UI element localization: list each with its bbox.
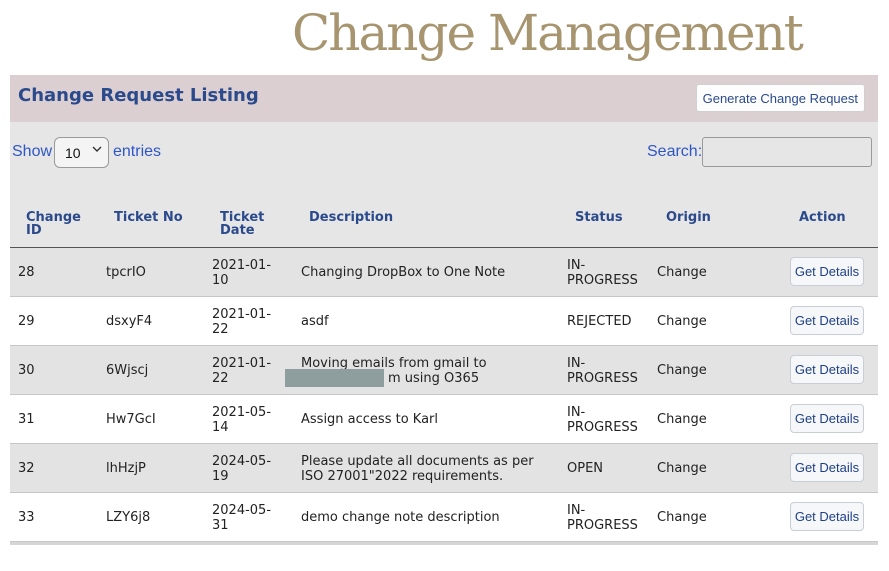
origin-cell: Change <box>657 412 707 427</box>
date-part: 10 <box>212 273 229 288</box>
col-header-origin[interactable]: Origin <box>666 211 711 224</box>
status-part: PROGRESS <box>567 420 638 435</box>
ticket-no-cell: dsxyF4 <box>106 314 153 329</box>
status-part: PROGRESS <box>567 518 638 533</box>
ticket-no-cell: LZY6j8 <box>106 510 151 525</box>
status-part: PROGRESS <box>567 371 638 386</box>
panel-header: Change Request Listing Generate Change R… <box>10 75 878 122</box>
get-details-button[interactable]: Get Details <box>790 306 864 335</box>
ticket-no-cell: lhHzjP <box>106 461 146 476</box>
get-details-button[interactable]: Get Details <box>790 404 864 433</box>
change-id-cell: 31 <box>18 412 35 427</box>
col-header-ticket-no[interactable]: Ticket No <box>114 211 183 224</box>
panel-footer-strip <box>10 542 878 545</box>
date-part: 19 <box>212 469 229 484</box>
get-details-button[interactable]: Get Details <box>790 257 864 286</box>
status-cell: IN- PROGRESS <box>567 258 638 288</box>
description-cell: demo change note description <box>301 510 500 525</box>
date-part: 2021-01- <box>212 356 272 371</box>
change-id-cell: 28 <box>18 265 35 280</box>
ticket-date-cell: 2024-05- 31 <box>212 503 271 533</box>
change-id-cell: 29 <box>18 314 35 329</box>
status-part: IN- <box>567 405 586 420</box>
date-part: 2021-01- <box>212 307 272 322</box>
status-cell: IN- PROGRESS <box>567 356 638 386</box>
change-id-cell: 32 <box>18 461 35 476</box>
change-request-panel: Change Request Listing Generate Change R… <box>10 75 878 545</box>
col-header-description[interactable]: Description <box>309 211 393 224</box>
status-part: PROGRESS <box>567 273 638 288</box>
description-cell: Assign access to Karl <box>301 412 439 427</box>
status-part: IN- <box>567 258 586 273</box>
origin-cell: Change <box>657 314 707 329</box>
col-header-change-id[interactable]: Change ID <box>26 211 86 237</box>
origin-cell: Change <box>657 265 707 280</box>
status-part: IN- <box>567 356 586 371</box>
date-part: 2024-05- <box>212 454 272 469</box>
status-cell: OPEN <box>567 461 604 476</box>
table-row: 28 tpcrIO 2021-01- 10 Changing DropBox to… <box>10 248 878 297</box>
description-part: Please update all documents as per <box>301 454 534 469</box>
table-row: 29 dsxyF4 2021-01- 22 asdf REJECTED Chang… <box>10 297 878 346</box>
show-label: Show <box>12 143 53 160</box>
entries-select[interactable]: 10 <box>54 137 109 168</box>
description-cell: asdf <box>301 314 329 329</box>
origin-cell: Change <box>657 461 707 476</box>
table-row: 33 LZY6j8 2024-05- 31 demo change note de… <box>10 493 878 542</box>
date-part: 14 <box>212 420 229 435</box>
get-details-button[interactable]: Get Details <box>790 502 864 531</box>
ticket-date-cell: 2021-01- 10 <box>212 258 271 288</box>
get-details-button[interactable]: Get Details <box>790 453 864 482</box>
description-cell: Please update all documents as per ISO 27… <box>301 454 541 484</box>
col-header-action: Action <box>799 210 846 225</box>
date-part: 22 <box>212 322 229 337</box>
description-part: ISO 27001"2022 requirements. <box>301 469 504 484</box>
status-part: IN- <box>567 503 586 518</box>
page-title: Change Management <box>292 4 804 62</box>
origin-cell: Change <box>657 363 707 378</box>
date-part: 22 <box>212 371 229 386</box>
entries-label: entries <box>113 143 162 160</box>
search-input[interactable] <box>702 137 872 167</box>
col-header-ticket-date[interactable]: Ticket Date <box>220 211 270 237</box>
ticket-no-cell: Hw7GcI <box>106 412 156 427</box>
panel-title: Change Request Listing <box>18 85 259 106</box>
search-label: Search: <box>647 143 703 160</box>
redaction-block <box>285 369 384 387</box>
col-header-status[interactable]: Status <box>575 211 623 224</box>
status-cell: IN- PROGRESS <box>567 405 638 435</box>
get-details-button[interactable]: Get Details <box>790 355 864 384</box>
ticket-no-cell: 6Wjscj <box>106 363 149 378</box>
date-part: 31 <box>212 518 229 533</box>
table-row: 32 lhHzjP 2024-05- 19 Please update all d… <box>10 444 878 493</box>
date-part: 2021-01- <box>212 258 272 273</box>
ticket-date-cell: 2021-05- 14 <box>212 405 271 435</box>
date-part: 2024-05- <box>212 503 272 518</box>
generate-change-request-button[interactable]: Generate Change Request <box>695 84 865 112</box>
status-cell: REJECTED <box>567 314 632 329</box>
table-row: 31 Hw7GcI 2021-05- 14 Assign access to Ka… <box>10 395 878 444</box>
ticket-date-cell: 2024-05- 19 <box>212 454 271 484</box>
status-cell: IN- PROGRESS <box>567 503 638 533</box>
ticket-no-cell: tpcrIO <box>106 265 146 280</box>
chevron-down-icon <box>92 146 102 152</box>
table-row: 30 6Wjscj 2021-01- 22 Moving emails from … <box>10 346 878 395</box>
ticket-date-cell: 2021-01- 22 <box>212 307 271 337</box>
change-id-cell: 30 <box>18 363 35 378</box>
origin-cell: Change <box>657 510 707 525</box>
entries-value: 10 <box>65 145 81 161</box>
description-cell: Changing DropBox to One Note <box>301 265 506 280</box>
ticket-date-cell: 2021-01- 22 <box>212 356 271 386</box>
change-id-cell: 33 <box>18 510 35 525</box>
date-part: 2021-05- <box>212 405 272 420</box>
